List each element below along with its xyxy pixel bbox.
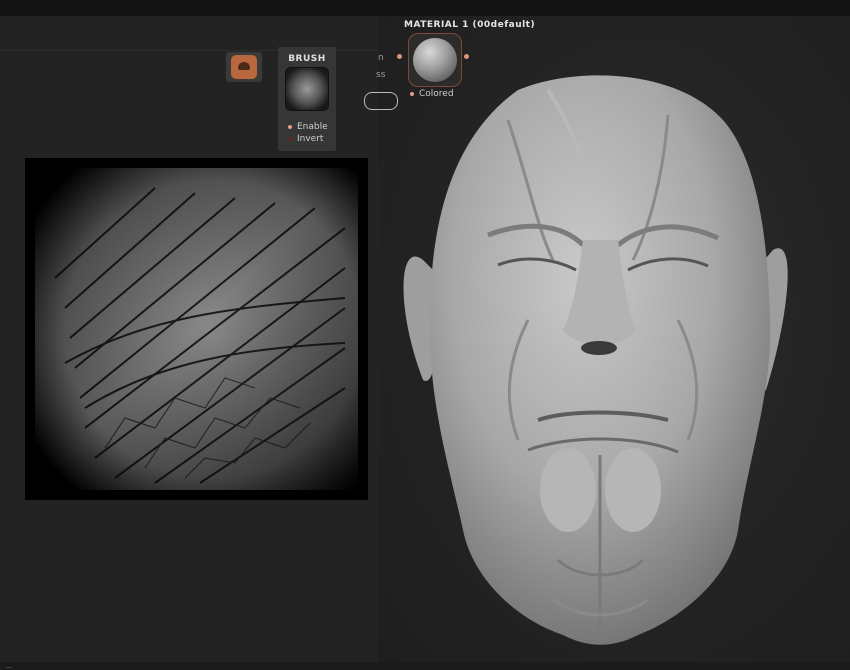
brush-invert-toggle[interactable]: Invert bbox=[288, 134, 323, 144]
material-colored-label: Colored bbox=[419, 89, 454, 99]
cut-off-label-1: n bbox=[378, 53, 384, 63]
cut-off-label-2: ss bbox=[376, 70, 386, 80]
status-text: ... bbox=[6, 663, 12, 670]
head-model[interactable] bbox=[403, 75, 788, 645]
material-preview[interactable] bbox=[408, 33, 462, 87]
alpha-texture-preview[interactable] bbox=[25, 158, 368, 500]
skin-texture-image bbox=[25, 158, 368, 500]
sculpt-viewport[interactable] bbox=[378, 60, 850, 670]
brush-enable-label: Enable bbox=[297, 122, 328, 132]
top-bar bbox=[0, 0, 850, 16]
brush-invert-label: Invert bbox=[297, 134, 324, 144]
brush-panel: BRUSH Enable Invert bbox=[278, 47, 336, 151]
status-bar: ... bbox=[0, 662, 850, 670]
brush-title: BRUSH bbox=[288, 54, 326, 64]
brush-tool-icon[interactable] bbox=[226, 52, 262, 82]
brush-glyph bbox=[231, 55, 257, 79]
toggle-on-dot-icon bbox=[288, 124, 292, 129]
brush-enable-toggle[interactable]: Enable bbox=[288, 122, 328, 132]
material-title: MATERIAL 1 (00default) bbox=[404, 20, 536, 30]
cut-off-button[interactable] bbox=[364, 92, 398, 110]
toggle-on-dot-icon bbox=[410, 91, 414, 96]
brush-alpha-preview-icon[interactable] bbox=[285, 67, 329, 111]
material-right-connector-icon bbox=[464, 54, 469, 59]
toggle-off-dot-icon bbox=[288, 136, 292, 141]
material-sphere-icon bbox=[413, 38, 457, 82]
material-colored-toggle[interactable]: Colored bbox=[410, 89, 454, 99]
material-left-connector-icon bbox=[397, 54, 402, 59]
